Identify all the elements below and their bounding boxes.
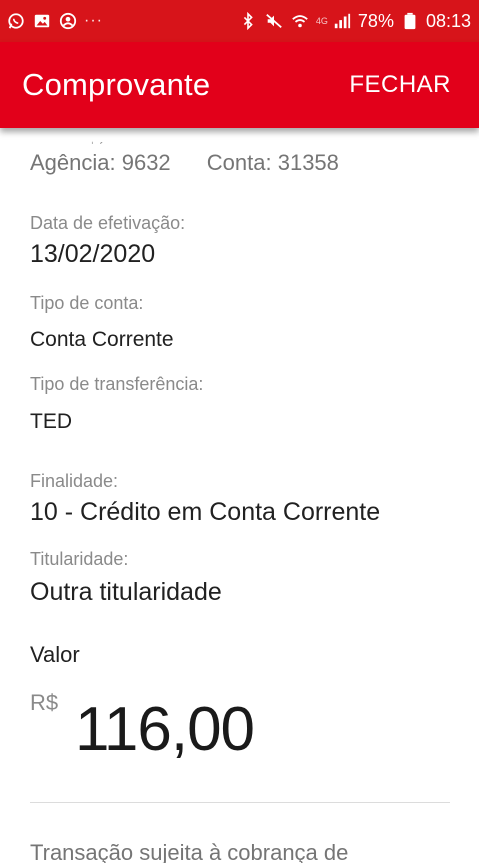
status-bar: ··· 4G 78% 08:13 bbox=[0, 0, 479, 42]
purpose-value: 10 - Crédito em Conta Corrente bbox=[30, 498, 381, 526]
clipped-text-fragment: ˌ ˏ bbox=[90, 128, 104, 144]
account-type-label: Tipo de conta: bbox=[30, 293, 144, 313]
transfer-type-label: Tipo de transferência: bbox=[30, 374, 204, 394]
receipt-content[interactable]: ˌ ˏ Agência: 9632 Conta: 31358 Data de e… bbox=[30, 128, 450, 863]
account-value: Conta: 31358 bbox=[206, 150, 339, 175]
wifi-icon bbox=[290, 11, 310, 31]
account-type-value: Conta Corrente bbox=[30, 328, 174, 351]
effective-date-label: Data de efetivação: bbox=[30, 213, 186, 233]
mute-icon bbox=[264, 11, 284, 31]
status-bar-right: 4G 78% 08:13 bbox=[238, 11, 471, 32]
network-type: 4G bbox=[315, 16, 328, 26]
clock: 08:13 bbox=[425, 10, 471, 31]
account-icon bbox=[58, 11, 78, 31]
app-bar: Comprovante FECHAR bbox=[0, 42, 479, 128]
ownership-value: Outra titularidade bbox=[30, 578, 222, 606]
gallery-icon bbox=[32, 11, 52, 31]
more-notifications: ··· bbox=[84, 12, 103, 29]
effective-date-value: 13/02/2020 bbox=[30, 240, 156, 268]
fee-notice: Transação sujeita à cobrança de bbox=[30, 840, 349, 863]
page-title: Comprovante bbox=[22, 67, 211, 102]
purpose-label: Finalidade: bbox=[30, 471, 119, 491]
bluetooth-icon bbox=[238, 11, 258, 31]
transfer-type-value: TED bbox=[30, 410, 72, 433]
agency-value: Agência: 9632 bbox=[30, 150, 171, 175]
battery-percent: 78% bbox=[357, 10, 394, 31]
ownership-label: Titularidade: bbox=[30, 549, 129, 569]
amount-label: Valor bbox=[30, 642, 80, 667]
battery-icon bbox=[400, 11, 420, 31]
whatsapp-icon bbox=[6, 11, 26, 31]
signal-icon bbox=[332, 11, 352, 31]
divider bbox=[30, 802, 450, 803]
amount-value: 116,00 bbox=[75, 695, 255, 764]
account-row: Agência: 9632 Conta: 31358 bbox=[30, 150, 339, 176]
status-bar-left: ··· bbox=[6, 11, 103, 31]
currency-symbol: R$ bbox=[30, 690, 59, 715]
close-button[interactable]: FECHAR bbox=[349, 71, 451, 99]
